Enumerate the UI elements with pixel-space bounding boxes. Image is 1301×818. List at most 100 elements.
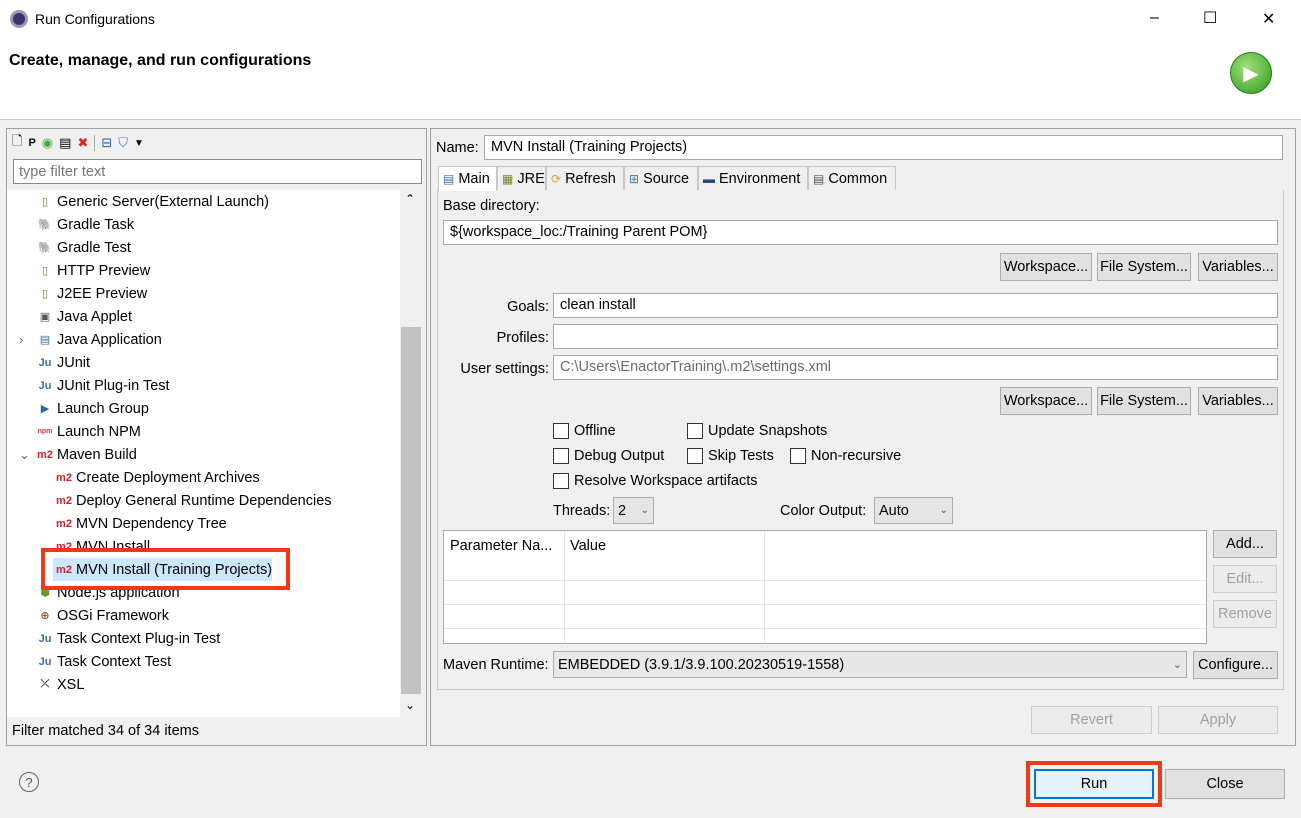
tree-item[interactable]: ⌄ m2 Maven Build <box>7 443 137 466</box>
duplicate-icon[interactable]: ◉ <box>42 135 53 151</box>
new-config-icon[interactable]: 🗋 <box>12 132 22 154</box>
scroll-down-icon[interactable]: ⌄ <box>405 698 415 712</box>
copy-icon[interactable]: ▤ <box>59 135 71 151</box>
tree-item[interactable]: 🐘 Gradle Task <box>7 213 134 236</box>
name-input[interactable]: MVN Install (Training Projects) <box>484 135 1283 160</box>
goals-input[interactable]: clean install <box>553 293 1278 318</box>
tree-item[interactable]: ▶ Launch Group <box>7 397 149 420</box>
offline-label: Offline <box>574 423 616 439</box>
tree-item[interactable]: Ju Task Context Test <box>7 650 172 673</box>
minimize-button[interactable]: – <box>1150 9 1159 27</box>
tree-item[interactable]: Ju JUnit <box>7 351 90 374</box>
tree-item[interactable]: ▯ J2EE Preview <box>7 282 147 305</box>
chevron-right-icon[interactable]: › <box>19 332 23 347</box>
tree-item-label: Gradle Task <box>57 216 135 233</box>
tree-item[interactable]: ⊕ OSGi Framework <box>7 604 169 627</box>
tree-item[interactable]: Ju Task Context Plug-in Test <box>7 627 221 650</box>
tab-refresh[interactable]: ⟳ Refresh <box>546 166 624 190</box>
offline-checkbox[interactable]: Offline <box>553 423 616 439</box>
tree-item[interactable]: m2 Deploy General Runtime Dependencies <box>7 489 331 512</box>
tree-item[interactable]: 🐘 Gradle Test <box>7 236 131 259</box>
edit-parameter-button[interactable]: Edit... <box>1213 565 1277 593</box>
gradle-elephant-icon: 🐘 <box>38 242 52 254</box>
tab-common[interactable]: ▤ Common <box>808 166 896 190</box>
settings-workspace-button[interactable]: Workspace... <box>1000 387 1092 415</box>
tree-item-label: Generic Server(External Launch) <box>57 193 269 210</box>
tree-item-label: Launch NPM <box>57 423 141 440</box>
settings-file-system-button[interactable]: File System... <box>1097 387 1191 415</box>
tree-item-label: J2EE Preview <box>57 285 148 302</box>
tree-item[interactable]: ▯ Generic Server(External Launch) <box>7 190 269 213</box>
tab-main[interactable]: ▤ Main <box>438 166 497 191</box>
window-title: Run Configurations <box>35 11 155 27</box>
tree-item[interactable]: ▣ Java Applet <box>7 305 132 328</box>
tree-item[interactable]: m2 MVN Dependency Tree <box>7 512 227 535</box>
non-recursive-checkbox[interactable]: Non-recursive <box>790 448 901 464</box>
color-output-value: Auto <box>879 502 909 519</box>
scrollbar-thumb[interactable] <box>401 327 421 694</box>
tree-item[interactable]: › ▤ Java Application <box>7 328 162 351</box>
resolve-workspace-checkbox[interactable]: Resolve Workspace artifacts <box>553 473 757 489</box>
java-app-icon: ▤ <box>39 334 51 346</box>
tree-scrollbar[interactable]: ⌃ ⌄ <box>400 190 422 717</box>
debug-output-checkbox[interactable]: Debug Output <box>553 448 664 464</box>
remove-parameter-button[interactable]: Remove <box>1213 600 1277 628</box>
settings-variables-button[interactable]: Variables... <box>1198 387 1278 415</box>
user-settings-input[interactable]: C:\Users\EnactorTraining\.m2\settings.xm… <box>553 355 1278 380</box>
tab-source[interactable]: ⊞ Source <box>624 166 698 190</box>
tree-item[interactable]: Ju JUnit Plug-in Test <box>7 374 170 397</box>
workspace-button[interactable]: Workspace... <box>1000 253 1092 281</box>
profiles-input[interactable] <box>553 324 1278 349</box>
collapse-all-icon[interactable]: ⊟ <box>101 135 112 151</box>
revert-button[interactable]: Revert <box>1031 706 1152 734</box>
chevron-down-icon[interactable]: ⌄ <box>19 447 30 463</box>
configure-button[interactable]: Configure... <box>1193 651 1278 679</box>
filter-icon[interactable]: ⛉ <box>118 135 128 151</box>
refresh-icon: ⟳ <box>551 171 562 186</box>
tree-item-label: Task Context Plug-in Test <box>57 630 221 647</box>
eclipse-icon <box>10 10 28 28</box>
xsl-icon: ⤫ <box>40 678 50 690</box>
tab-jre[interactable]: ▦ JRE <box>497 166 546 190</box>
maven-icon: m2 <box>56 494 72 507</box>
highlight-run-button <box>1026 761 1162 807</box>
tree-item[interactable]: npm Launch NPM <box>7 420 141 443</box>
new-prototype-icon[interactable]: P <box>28 137 35 149</box>
maven-icon: m2 <box>37 448 53 461</box>
highlight-selected-config <box>41 548 290 590</box>
tree-item[interactable]: ▯ HTTP Preview <box>7 259 150 282</box>
profiles-label: Profiles: <box>496 330 549 346</box>
parameters-table[interactable]: Parameter Na... Value <box>443 530 1207 644</box>
delete-icon[interactable]: ✖ <box>77 135 88 151</box>
tab-environment[interactable]: ▬ Environment <box>698 166 808 190</box>
environment-icon: ▬ <box>703 171 715 186</box>
scroll-up-icon[interactable]: ⌃ <box>405 192 415 206</box>
tree-item[interactable]: m2 Create Deployment Archives <box>7 466 260 489</box>
maven-runtime-select[interactable]: EMBEDDED (3.9.1/3.9.100.20230519-1558) ⌄ <box>553 651 1187 678</box>
column-header-value[interactable]: Value <box>570 538 606 554</box>
close-button[interactable]: Close <box>1165 769 1285 799</box>
apply-button[interactable]: Apply <box>1158 706 1278 734</box>
threads-select[interactable]: 2 ⌄ <box>613 497 654 524</box>
maximize-button[interactable]: ☐ <box>1203 8 1217 28</box>
filter-input[interactable] <box>13 159 422 184</box>
help-icon[interactable]: ? <box>19 772 39 792</box>
variables-button[interactable]: Variables... <box>1198 253 1278 281</box>
dropdown-icon[interactable]: ▼ <box>134 138 144 149</box>
color-output-select[interactable]: Auto ⌄ <box>874 497 953 524</box>
tree-item[interactable]: ⤫ XSL <box>7 673 85 696</box>
update-snapshots-checkbox[interactable]: Update Snapshots <box>687 423 827 439</box>
close-window-button[interactable]: ✕ <box>1262 9 1275 29</box>
base-directory-input[interactable]: ${workspace_loc:/Training Parent POM} <box>443 220 1278 245</box>
title-bar: Run Configurations – ☐ ✕ <box>0 0 1301 38</box>
tree-item-label: Launch Group <box>57 400 149 417</box>
skip-tests-checkbox[interactable]: Skip Tests <box>687 448 774 464</box>
file-system-button[interactable]: File System... <box>1097 253 1191 281</box>
column-header-parameter[interactable]: Parameter Na... <box>450 538 552 554</box>
junit-plugin-icon: Ju <box>38 379 52 392</box>
header-title: Create, manage, and run configurations <box>9 52 312 69</box>
task-context-icon: Ju <box>38 655 52 668</box>
tree-item-label: Java Applet <box>57 308 132 325</box>
maven-runtime-label: Maven Runtime: <box>443 657 549 673</box>
add-parameter-button[interactable]: Add... <box>1213 530 1277 558</box>
